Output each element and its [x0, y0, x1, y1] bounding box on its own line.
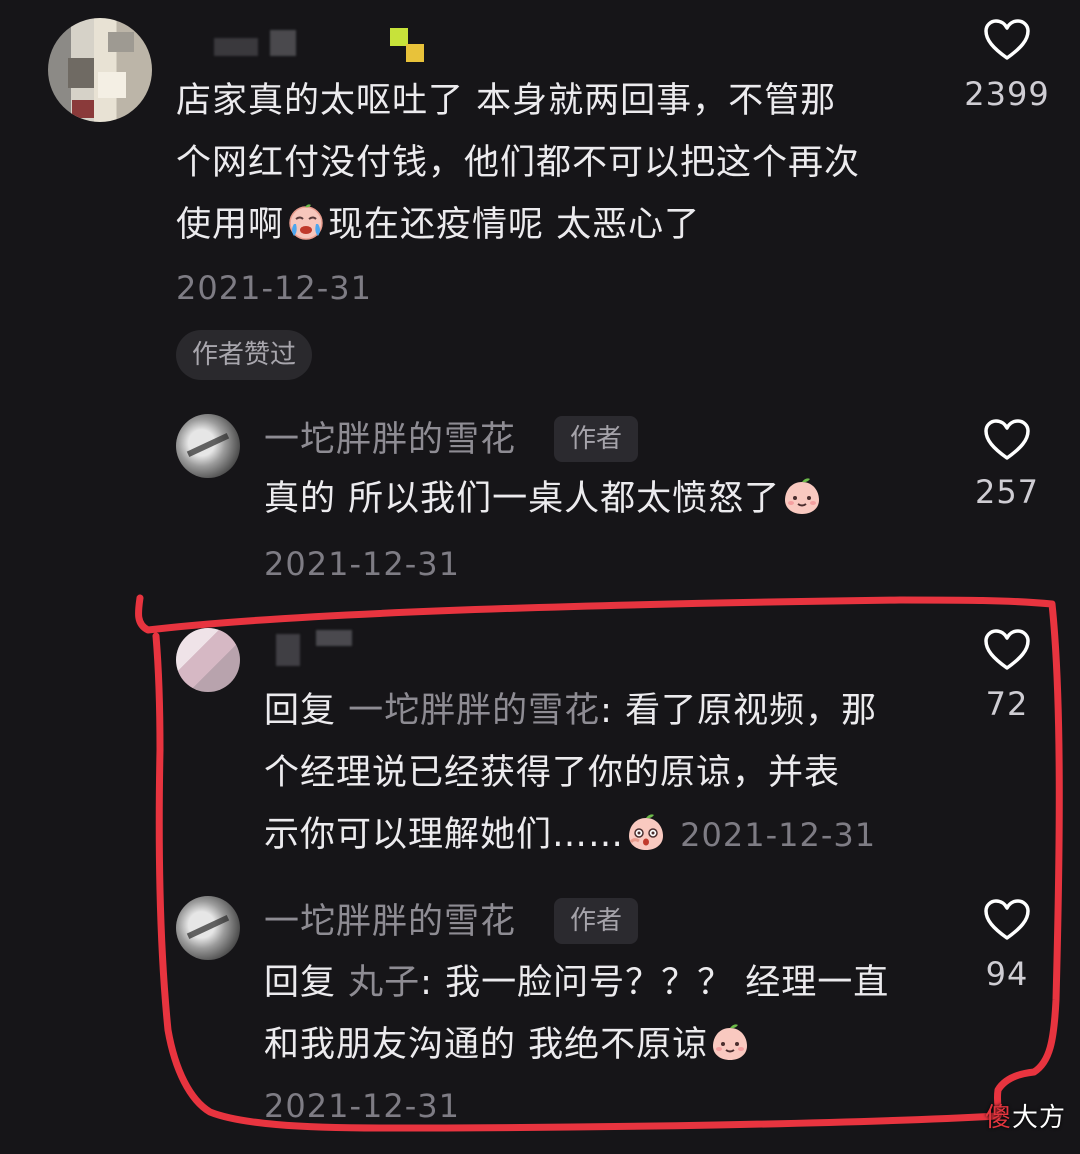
highlight-annotation: [134, 594, 1063, 1132]
watermark: 傻大方: [984, 1103, 1066, 1133]
